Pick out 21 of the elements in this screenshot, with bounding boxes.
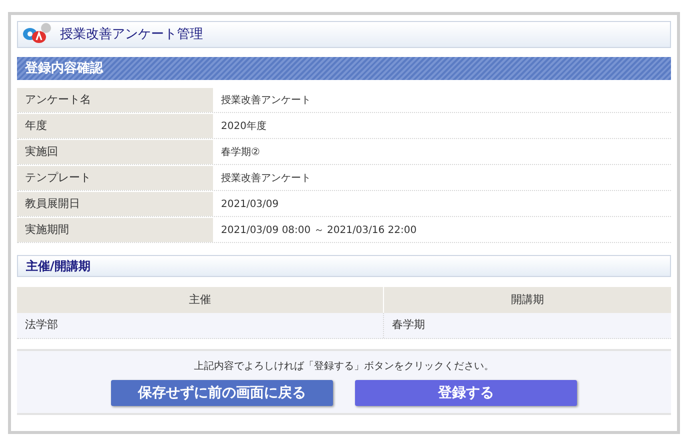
confirm-message: 上記内容でよろしければ「登録する」ボタンをクリックください。 xyxy=(194,360,494,374)
register-button[interactable]: 登録する xyxy=(355,380,577,406)
row-value: 2021/03/09 08:00 ～ 2021/03/16 22:00 xyxy=(220,224,418,238)
row-label: 年度 xyxy=(17,114,213,138)
section-header: 登録内容確認 xyxy=(17,57,671,80)
row-value: 授業改善アンケート xyxy=(220,172,312,186)
column-header: 開講期 xyxy=(510,292,545,308)
row-label: テンプレート xyxy=(17,166,213,190)
table-cell: 法学部 xyxy=(17,313,384,338)
section-header: 主催/開講期 xyxy=(17,255,671,277)
row-label: 教員展開日 xyxy=(17,192,213,216)
row-label: 実施期間 xyxy=(17,218,213,242)
row-value: 2020年度 xyxy=(220,120,268,134)
row-label: アンケート名 xyxy=(17,88,213,112)
row-label: 実施回 xyxy=(17,140,213,164)
page-title: 授業改善アンケート管理 xyxy=(60,26,203,44)
back-button[interactable]: 保存せずに前の画面に戻る xyxy=(111,380,333,406)
table-cell-text: 春学期 xyxy=(391,317,426,334)
row-value: 授業改善アンケート xyxy=(220,94,312,108)
row-value: 春学期② xyxy=(220,146,261,160)
row-value: 2021/03/09 xyxy=(220,198,280,212)
